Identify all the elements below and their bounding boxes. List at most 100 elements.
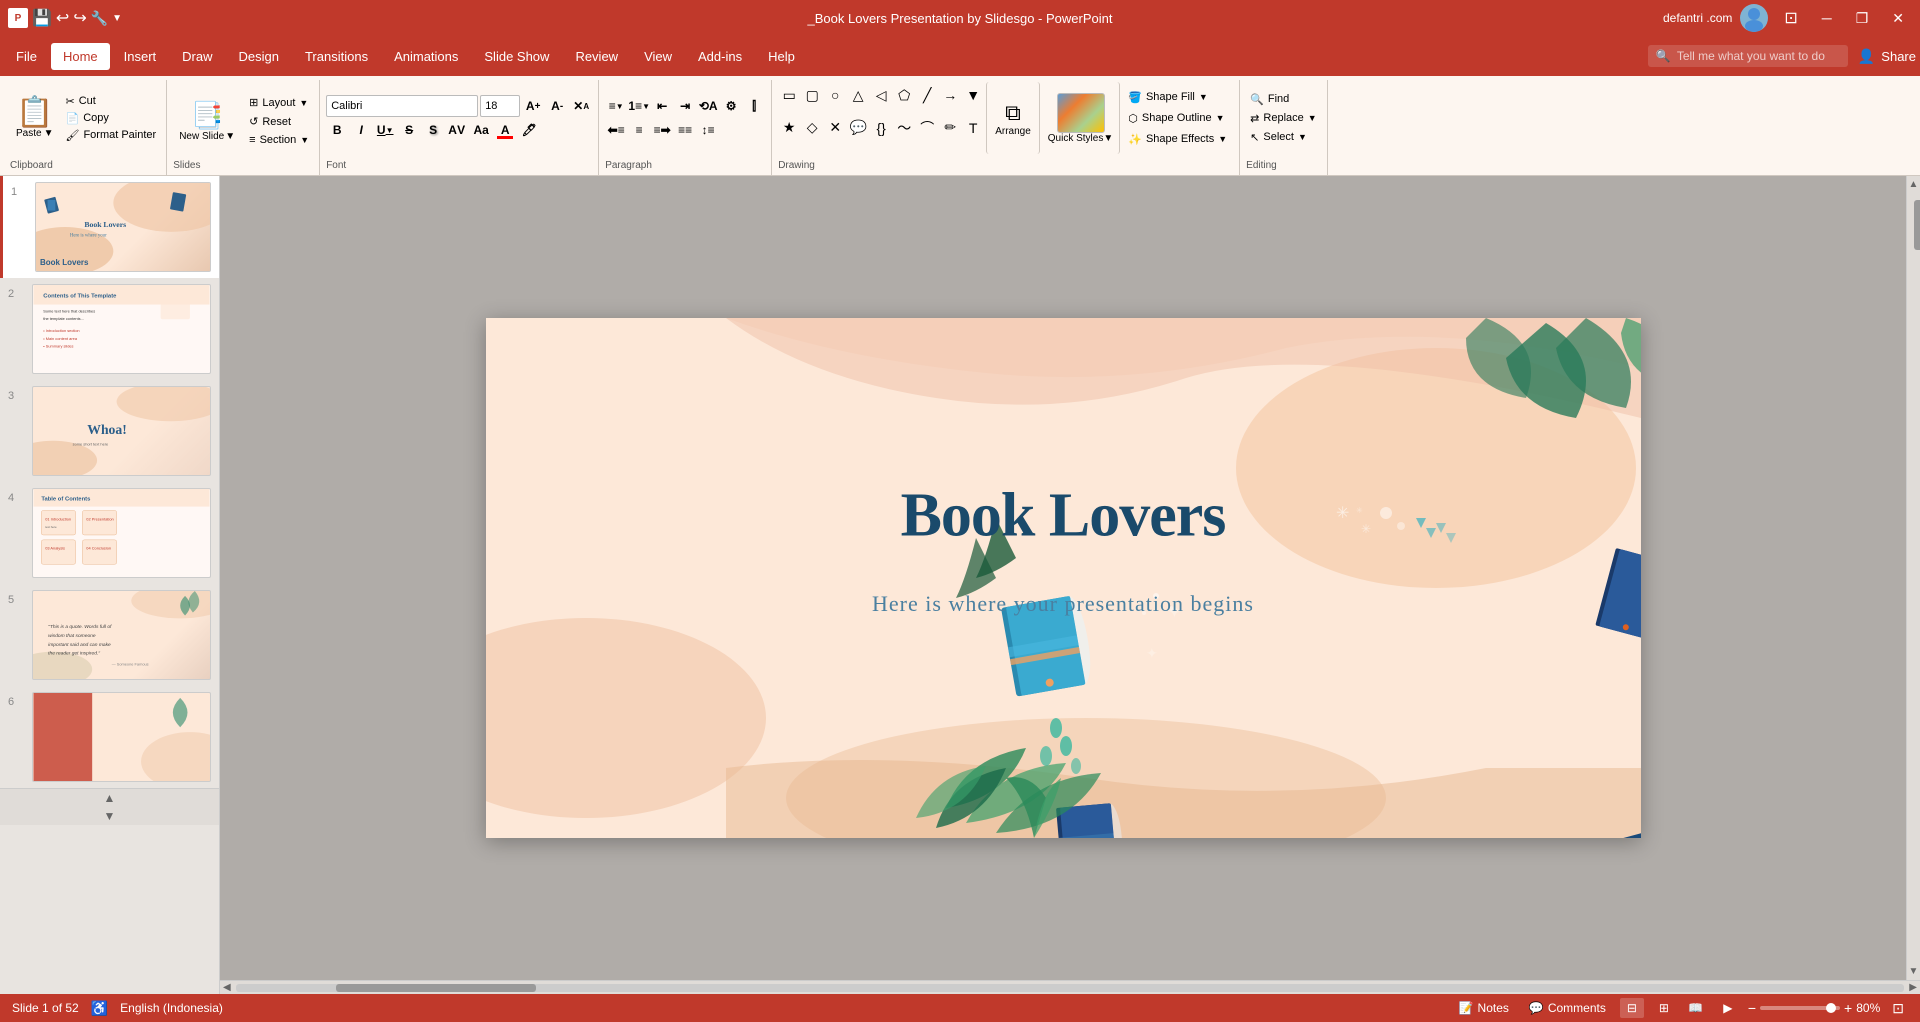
redo-btn[interactable]: ↪ (73, 8, 86, 28)
menu-draw[interactable]: Draw (170, 43, 224, 70)
shape-outline-button[interactable]: ⬡ Shape Outline ▼ (1122, 110, 1233, 127)
shadow-btn[interactable]: S (422, 119, 444, 141)
h-scroll-track[interactable] (236, 984, 1905, 992)
new-slide-button[interactable]: 📑 New Slide▼ (173, 98, 241, 144)
shape-textbox[interactable]: T (962, 119, 984, 137)
menu-addins[interactable]: Add-ins (686, 43, 754, 70)
shape-wave[interactable]: 〜 (893, 119, 915, 137)
font-size-input[interactable] (480, 95, 520, 117)
click-to-add-notes[interactable]: Click to add notes (0, 947, 1184, 962)
zoom-out-btn[interactable]: − (1748, 1000, 1756, 1016)
undo-btn[interactable]: ↩ (56, 8, 69, 28)
section-button[interactable]: ≡ Section▼ (245, 133, 313, 147)
slide-title[interactable]: Book Lovers (901, 480, 1226, 551)
slide-item-2[interactable]: 2 Contents of This Template Some text he… (0, 278, 219, 380)
quick-save[interactable]: 💾 (32, 8, 52, 28)
menu-slideshow[interactable]: Slide Show (472, 43, 561, 70)
slide-sorter-btn[interactable]: ⊞ (1652, 998, 1676, 1018)
shape-callout[interactable]: 💬 (847, 119, 869, 137)
reading-view-btn[interactable]: 📖 (1684, 998, 1708, 1018)
decrease-indent-btn[interactable]: ⇤ (651, 95, 673, 117)
slide-item-3[interactable]: 3 Whoa! some short text here (0, 380, 219, 482)
format-painter-button[interactable]: 🖌 Format Painter (61, 128, 160, 143)
zoom-in-btn[interactable]: + (1844, 1000, 1852, 1016)
layout-button[interactable]: ⊞ Layout▼ (245, 95, 313, 110)
shape-arrow[interactable]: → (939, 86, 961, 104)
customize-btn[interactable]: 🔧 (91, 10, 108, 27)
close-btn[interactable]: ✕ (1884, 6, 1912, 31)
convert-smartart-btn[interactable]: ⚙ (720, 95, 742, 117)
normal-view-btn[interactable]: ⊟ (1620, 998, 1644, 1018)
italic-btn[interactable]: I (350, 119, 372, 141)
shape-cross[interactable]: ✕ (824, 119, 846, 137)
select-button[interactable]: ↖ Select ▼ (1246, 130, 1321, 145)
restore-btn[interactable]: ⊡ (1776, 4, 1805, 32)
bullets-btn[interactable]: ≡▼ (605, 95, 627, 117)
underline-btn[interactable]: U▼ (374, 119, 396, 141)
clear-format-btn[interactable]: ✕A (570, 95, 592, 117)
search-bar[interactable]: 🔍 (1648, 45, 1848, 67)
slide-panel-scroll-down[interactable]: ▼ (0, 807, 219, 825)
minimize-btn[interactable]: ─ (1814, 6, 1840, 30)
arrange-button[interactable]: ⧉ Arrange (986, 82, 1040, 154)
language-label[interactable]: English (Indonesia) (120, 1001, 223, 1015)
shape-rtriangle[interactable]: ◁ (870, 86, 892, 104)
shape-effects-button[interactable]: ✨ Shape Effects ▼ (1122, 131, 1233, 148)
menu-file[interactable]: File (4, 43, 49, 70)
slide-item-1[interactable]: 1 Book Lovers Here is where your Book Lo… (0, 176, 219, 278)
right-scrollbar[interactable]: ▲ ▼ (1906, 176, 1920, 980)
menu-design[interactable]: Design (227, 43, 291, 70)
align-left-btn[interactable]: ⬅≡ (605, 119, 627, 141)
menu-review[interactable]: Review (563, 43, 630, 70)
copy-button[interactable]: 📄 Copy (61, 111, 160, 126)
font-highlight-btn[interactable]: 🖊 (518, 119, 540, 141)
bold-btn[interactable]: B (326, 119, 348, 141)
menu-view[interactable]: View (632, 43, 684, 70)
slide-item-6[interactable]: 6 (0, 686, 219, 788)
text-direction-btn[interactable]: ⟲A (697, 95, 719, 117)
font-name-input[interactable] (326, 95, 478, 117)
zoom-level[interactable]: 80% (1856, 1001, 1880, 1015)
horizontal-scrollbar[interactable]: ◀ ▶ (220, 980, 1920, 994)
shape-diamond[interactable]: ◇ (801, 119, 823, 137)
increase-indent-btn[interactable]: ⇥ (674, 95, 696, 117)
scroll-right-btn[interactable]: ▶ (1906, 982, 1920, 993)
user-avatar[interactable] (1740, 4, 1768, 32)
dropdown-arrow[interactable]: ▼ (112, 13, 122, 24)
menu-home[interactable]: Home (51, 43, 110, 70)
align-right-btn[interactable]: ≡➡ (651, 119, 673, 141)
font-color-btn[interactable]: A (494, 119, 516, 141)
shape-triangle[interactable]: △ (847, 86, 869, 104)
char-spacing-btn[interactable]: AV (446, 119, 468, 141)
shape-fill-button[interactable]: 🪣 Shape Fill ▼ (1122, 89, 1233, 106)
search-input[interactable] (1677, 49, 1837, 63)
align-center-btn[interactable]: ≡ (628, 119, 650, 141)
slide-canvas[interactable]: ✳ ✳ ✳ ✦ ✦ (486, 318, 1641, 838)
shape-rect[interactable]: ▭ (778, 86, 800, 104)
paste-button[interactable]: 📋 Paste▼ (10, 94, 59, 143)
scroll-up-btn[interactable]: ▲ (1909, 176, 1919, 193)
menu-animations[interactable]: Animations (382, 43, 470, 70)
accessibility-btn[interactable]: ♿ (91, 1000, 108, 1017)
menu-transitions[interactable]: Transitions (293, 43, 380, 70)
zoom-slider[interactable] (1760, 1006, 1840, 1010)
cut-button[interactable]: ✂ Cut (61, 94, 160, 109)
decrease-font-btn[interactable]: A- (546, 95, 568, 117)
line-spacing-btn[interactable]: ↕≡ (697, 119, 719, 141)
notes-button[interactable]: 📝 Notes (1453, 999, 1515, 1017)
change-case-btn[interactable]: Aa (470, 119, 492, 141)
reset-button[interactable]: ↺ Reset (245, 114, 313, 129)
share-label[interactable]: Share (1881, 49, 1916, 64)
slide-item-5[interactable]: 5 "This is a quote. Words full of wisdom… (0, 584, 219, 686)
scroll-down-btn[interactable]: ▼ (1909, 963, 1919, 980)
menu-insert[interactable]: Insert (112, 43, 169, 70)
h-scroll-thumb[interactable] (336, 984, 536, 992)
columns-btn[interactable]: ⫿ (743, 95, 765, 117)
slide-subtitle[interactable]: Here is where your presentation begins (872, 591, 1254, 617)
shape-circle[interactable]: ○ (824, 86, 846, 104)
shape-bracket[interactable]: {} (870, 119, 892, 137)
shape-roundrect[interactable]: ▢ (801, 86, 823, 104)
slide-panel-scroll-up[interactable]: ▲ (0, 789, 219, 807)
scroll-left-btn[interactable]: ◀ (220, 982, 234, 993)
shape-pentagon[interactable]: ⬠ (893, 86, 915, 104)
